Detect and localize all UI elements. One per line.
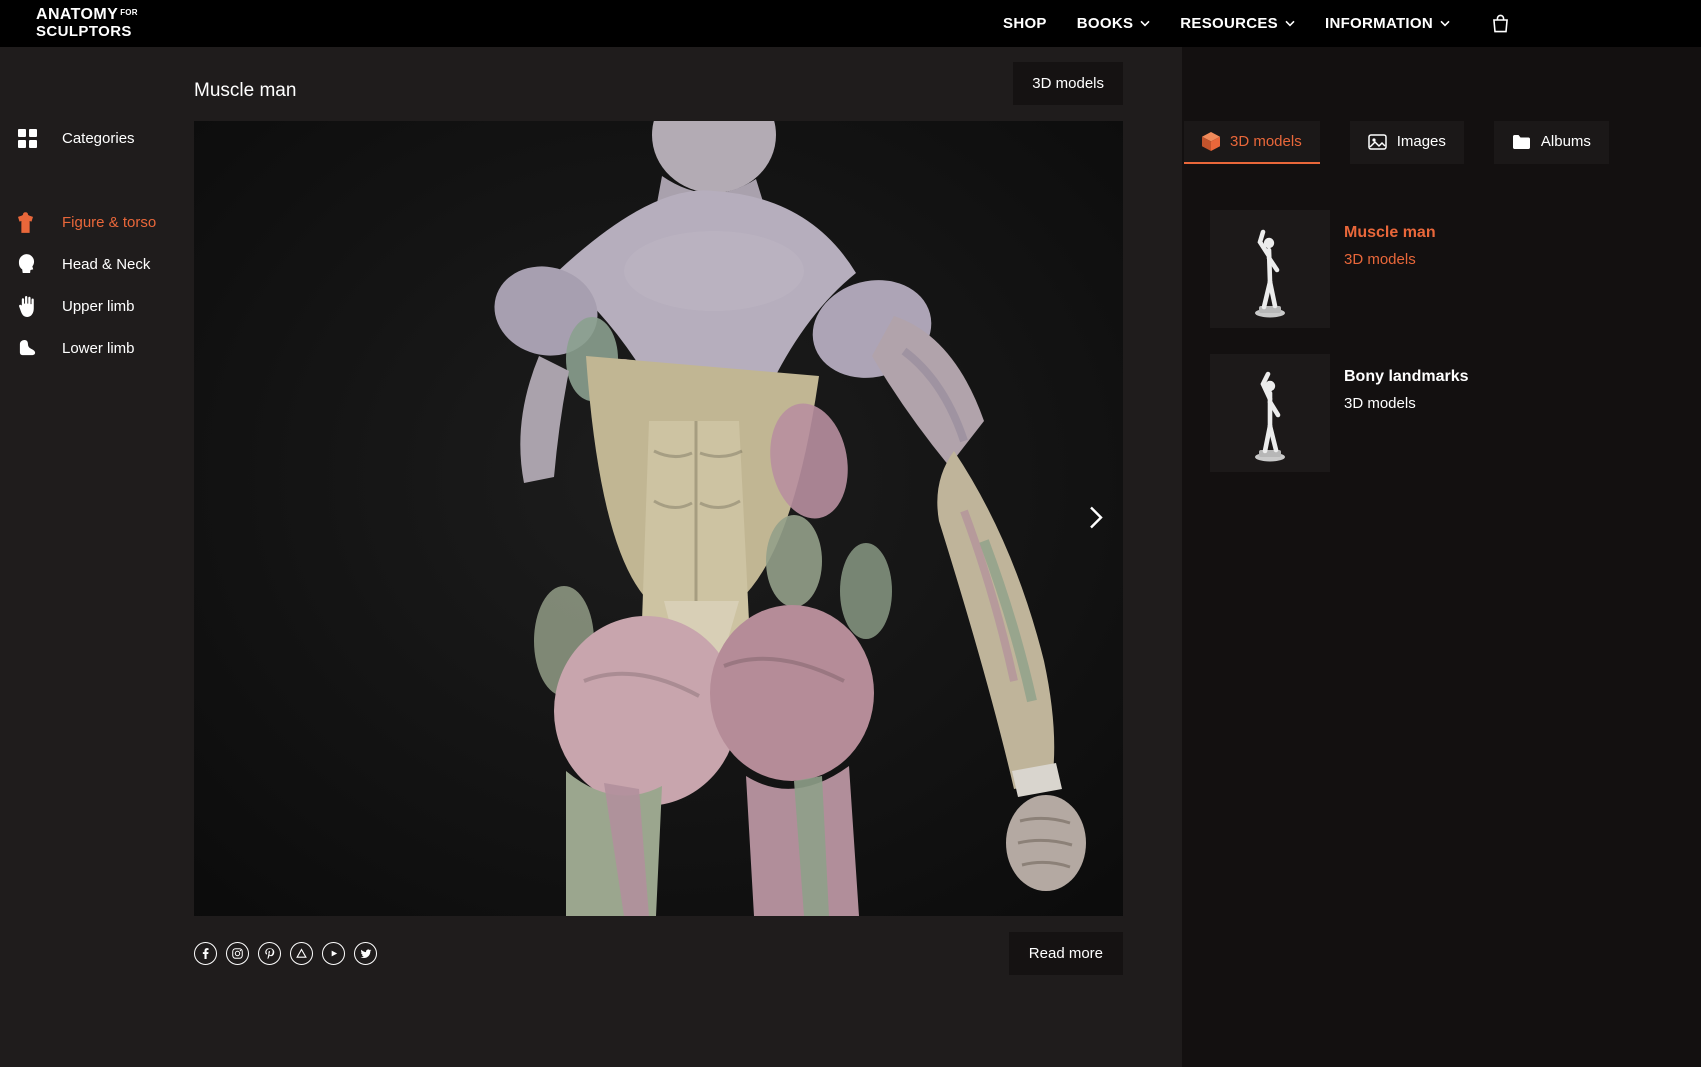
- categories-title: Categories: [62, 130, 135, 147]
- twitter-share-button[interactable]: [354, 942, 377, 965]
- sidebar-item-lower-limb[interactable]: Lower limb: [18, 337, 194, 359]
- tab-albums[interactable]: Albums: [1494, 121, 1609, 164]
- grid-icon: [18, 129, 62, 148]
- sidebar-item-upper-limb[interactable]: Upper limb: [18, 295, 194, 317]
- logo-for: FOR: [120, 8, 138, 17]
- category-list: Figure & torso Head & Neck Upper limb: [18, 211, 194, 359]
- instagram-share-button[interactable]: [226, 942, 249, 965]
- categories-header: Categories: [18, 127, 194, 149]
- 3d-viewer: [194, 121, 1123, 916]
- hand-icon: [18, 296, 62, 317]
- list-item-muscle-man[interactable]: Muscle man 3D models: [1210, 210, 1701, 328]
- nav-resources[interactable]: RESOURCES: [1180, 15, 1295, 32]
- tab-label: 3D models: [1230, 133, 1302, 150]
- type-badge-3d-models[interactable]: 3D models: [1013, 62, 1123, 105]
- sidebar-item-label: Head & Neck: [62, 256, 150, 273]
- main-nav: SHOP BOOKS RESOURCES INFORMATION: [1003, 13, 1511, 34]
- facebook-icon: [200, 948, 211, 959]
- next-model-button[interactable]: [1083, 499, 1109, 538]
- artstation-icon: [296, 948, 307, 959]
- image-icon: [1368, 134, 1387, 150]
- cube-icon: [1202, 132, 1220, 151]
- sidebar-item-label: Figure & torso: [62, 214, 156, 231]
- nav-shop-label: SHOP: [1003, 15, 1047, 32]
- youtube-icon: [328, 948, 339, 959]
- list-item-title[interactable]: Muscle man: [1344, 224, 1436, 242]
- sidebar-item-figure-torso[interactable]: Figure & torso: [18, 211, 194, 233]
- logo-line1: ANATOMY: [36, 6, 118, 23]
- facebook-share-button[interactable]: [194, 942, 217, 965]
- top-nav-bar: ANATOMYFOR SCULPTORS SHOP BOOKS RESOURCE…: [0, 0, 1701, 47]
- model-list: Muscle man 3D models: [1184, 210, 1701, 472]
- tab-label: Albums: [1541, 133, 1591, 150]
- head-icon: [18, 254, 62, 275]
- muscle-man-3d-model[interactable]: [194, 121, 1123, 916]
- muscle-man-statue-thumbnail[interactable]: [1210, 210, 1330, 328]
- instagram-icon: [232, 948, 243, 959]
- nav-resources-label: RESOURCES: [1180, 15, 1278, 32]
- artstation-share-button[interactable]: [290, 942, 313, 965]
- list-item-bony-landmarks[interactable]: Bony landmarks 3D models: [1210, 354, 1701, 472]
- list-item-subtitle: 3D models: [1344, 395, 1468, 412]
- list-item-title[interactable]: Bony landmarks: [1344, 368, 1468, 386]
- sidebar-item-label: Upper limb: [62, 298, 135, 315]
- tab-images[interactable]: Images: [1350, 121, 1464, 164]
- pinterest-icon: [264, 948, 275, 959]
- sidebar-item-label: Lower limb: [62, 340, 135, 357]
- foot-icon: [18, 339, 62, 358]
- tab-3d-models[interactable]: 3D models: [1184, 121, 1320, 164]
- tab-label: Images: [1397, 133, 1446, 150]
- chevron-down-icon: [1440, 20, 1450, 27]
- bony-landmarks-statue-thumbnail[interactable]: [1210, 354, 1330, 472]
- logo-line2: SCULPTORS: [36, 24, 138, 40]
- page-title: Muscle man: [194, 80, 296, 106]
- read-more-button[interactable]: Read more: [1009, 932, 1123, 975]
- related-content-panel: 3D models Images Albums: [1182, 47, 1701, 1067]
- shopping-bag-icon: [1490, 13, 1511, 34]
- chevron-down-icon: [1285, 20, 1295, 27]
- chevron-down-icon: [1140, 20, 1150, 27]
- folder-icon: [1512, 134, 1531, 150]
- model-viewer-section: Muscle man 3D models: [194, 47, 1182, 1067]
- content-tabs: 3D models Images Albums: [1184, 121, 1701, 164]
- pinterest-share-button[interactable]: [258, 942, 281, 965]
- nav-information-label: INFORMATION: [1325, 15, 1433, 32]
- nav-shop[interactable]: SHOP: [1003, 15, 1047, 32]
- social-share-row: [194, 942, 377, 965]
- youtube-share-button[interactable]: [322, 942, 345, 965]
- nav-books[interactable]: BOOKS: [1077, 15, 1151, 32]
- logo[interactable]: ANATOMYFOR SCULPTORS: [36, 7, 138, 40]
- nav-books-label: BOOKS: [1077, 15, 1134, 32]
- twitter-icon: [360, 948, 372, 960]
- list-item-subtitle: 3D models: [1344, 251, 1436, 268]
- nav-information[interactable]: INFORMATION: [1325, 15, 1450, 32]
- cart-button[interactable]: [1490, 13, 1511, 34]
- category-sidebar: Categories Figure & torso Head & Neck: [0, 47, 194, 1067]
- chevron-right-icon: [1089, 505, 1103, 529]
- sidebar-item-head-neck[interactable]: Head & Neck: [18, 253, 194, 275]
- torso-icon: [18, 212, 62, 233]
